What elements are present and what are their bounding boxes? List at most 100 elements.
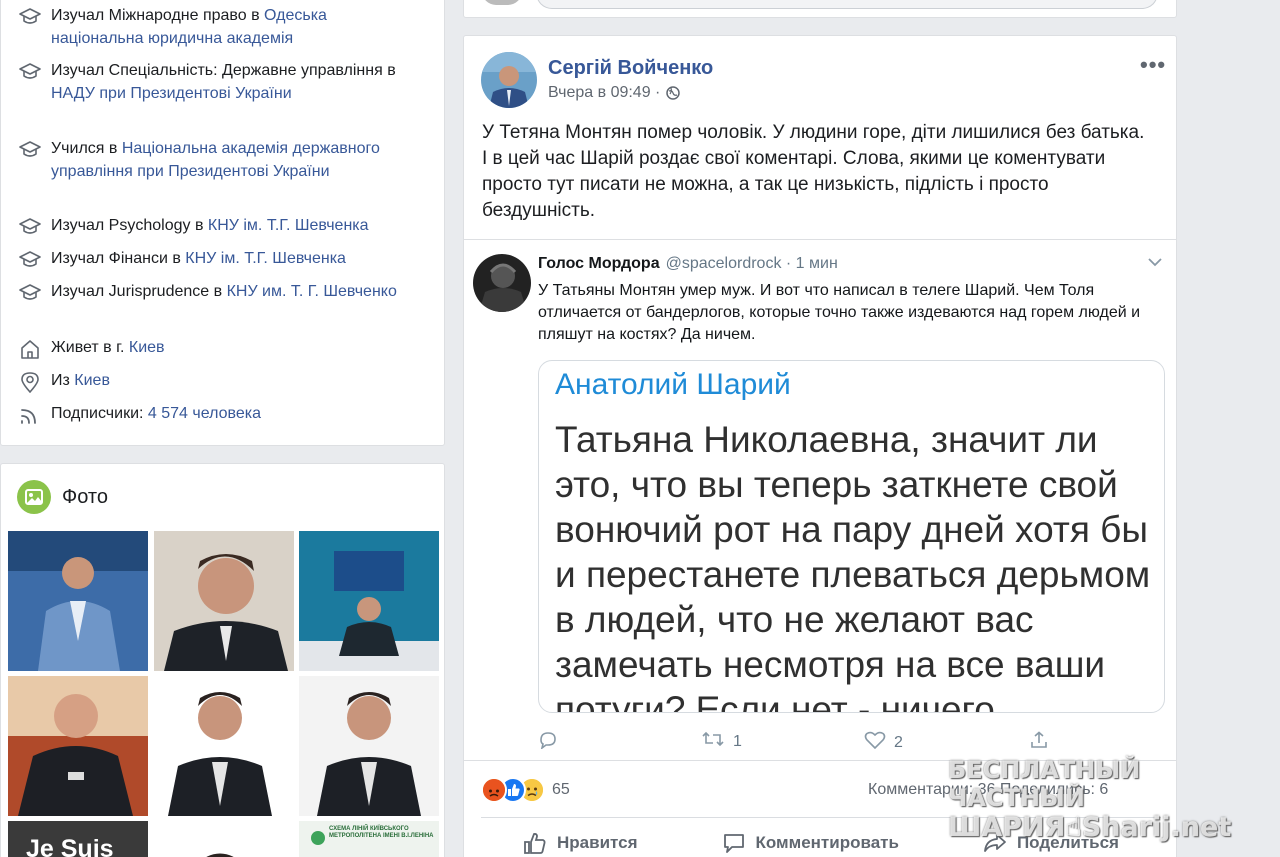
tweet-author-avatar xyxy=(473,254,531,312)
like-button[interactable]: Нравится xyxy=(523,832,638,854)
like-label: Нравится xyxy=(557,833,638,852)
photo-thumb-text: Je Suis xyxy=(26,835,114,857)
graduation-cap-icon xyxy=(19,282,41,304)
intro-item: Изучал Psychology в КНУ ім. Т.Г. Шевченк… xyxy=(19,215,419,238)
photo-thumb[interactable]: Je Suis xyxy=(8,821,148,857)
tweet-quoted-image: Анатолий Шарий Татьяна Николаевна, значи… xyxy=(538,360,1165,713)
intro-item-text: Изучал Фінанси в КНУ ім. Т.Г. Шевченка xyxy=(51,248,346,271)
photo-thumb[interactable] xyxy=(8,676,148,816)
quoted-text: Татьяна Николаевна, значит ли это, что в… xyxy=(555,419,1151,713)
photos-header[interactable]: Фото xyxy=(17,480,108,514)
comment-input[interactable] xyxy=(536,0,1158,9)
post-card: Сергій Войченко Вчера в 09:49 · ••• У Те… xyxy=(463,35,1177,857)
comment-icon xyxy=(723,834,744,853)
intro-item: Подписчики: 4 574 человека xyxy=(19,403,419,426)
watermark-line2: ШАРИЯ☝Sharij.net xyxy=(948,812,1232,843)
intro-item-text: Из Киев xyxy=(51,370,110,393)
intro-item-text: Учился в Національна академія державного… xyxy=(51,138,419,183)
previous-post-card xyxy=(463,0,1177,18)
intro-item-text: Изучал Спеціальність: Державне управлінн… xyxy=(51,60,419,105)
comment-button[interactable]: Комментировать xyxy=(722,832,899,854)
post-timestamp[interactable]: Вчера в 09:49 · xyxy=(548,84,681,102)
intro-item-link[interactable]: НАДУ при Президентові України xyxy=(51,85,292,102)
photos-title: Фото xyxy=(62,485,108,508)
tweet-retweet-button: 1 xyxy=(701,731,742,752)
reply-icon xyxy=(538,731,558,754)
photo-thumb[interactable] xyxy=(154,821,294,857)
intro-item: Изучал Міжнародне право в Одеська націон… xyxy=(19,5,419,50)
photo-thumb[interactable] xyxy=(8,531,148,671)
intro-item-text: Изучал Jurisprudence в КНУ им. Т. Г. Шев… xyxy=(51,281,397,304)
avatar xyxy=(482,0,522,5)
intro-item: Изучал Фінанси в КНУ ім. Т.Г. Шевченка xyxy=(19,248,419,271)
intro-item-link[interactable]: 4 574 человека xyxy=(148,405,261,422)
thumbs-up-icon xyxy=(524,833,546,854)
graduation-cap-icon xyxy=(19,249,41,271)
watermark: БЕСПЛАТНЫЙ ЧАСТНЫЙ ШАРИЯ☝Sharij.net xyxy=(948,756,1248,843)
intro-item: Живет в г. Киев xyxy=(19,337,419,360)
tweet-author-name: Голос Мордора xyxy=(538,255,660,272)
photo-thumb[interactable] xyxy=(154,676,294,816)
heart-icon xyxy=(864,731,886,754)
tweet-like-button: 2 xyxy=(864,731,903,754)
tweet-handle: @spacelordrock · 1 мин xyxy=(665,255,838,272)
intro-item-link[interactable]: КНУ ім. Т.Г. Шевченка xyxy=(208,217,369,234)
photo-thumb[interactable] xyxy=(154,531,294,671)
intro-item-text: Подписчики: 4 574 человека xyxy=(51,403,261,426)
intro-item: Из Киев xyxy=(19,370,419,394)
comment-label: Комментировать xyxy=(755,833,899,852)
intro-item-text: Живет в г. Киев xyxy=(51,337,165,360)
graduation-cap-icon xyxy=(19,61,41,83)
photo-icon xyxy=(17,480,51,514)
post-text: У Тетяна Монтян помер чоловік. У людини … xyxy=(482,122,1145,221)
photo-thumb[interactable] xyxy=(299,531,439,671)
graduation-cap-icon xyxy=(19,139,41,161)
intro-item: Изучал Спеціальність: Державне управлінн… xyxy=(19,60,419,105)
intro-item-prefix: Из xyxy=(51,372,75,389)
photo-thumb-caption: СХЕМА ЛІНІЙ КИЇВСЬКОГО МЕТРОПОЛІТЕНА ІМЕ… xyxy=(329,826,434,839)
intro-item-link[interactable]: КНУ ім. Т.Г. Шевченка xyxy=(185,250,346,267)
intro-item-text: Изучал Psychology в КНУ ім. Т.Г. Шевченк… xyxy=(51,215,369,238)
intro-item-prefix: Изучал Міжнародне право в xyxy=(51,7,265,24)
angry-reaction-icon xyxy=(481,777,507,803)
tweet-reply-button xyxy=(538,731,558,754)
intro-item: Изучал Jurisprudence в КНУ им. Т. Г. Шев… xyxy=(19,281,419,304)
intro-item-prefix: Изучал Jurisprudence в xyxy=(51,283,227,300)
share-icon xyxy=(1030,731,1048,754)
reactions-summary[interactable]: 65 xyxy=(481,777,570,803)
retweet-count: 1 xyxy=(733,732,742,750)
intro-item-link[interactable]: Киев xyxy=(74,372,110,389)
post-author-name[interactable]: Сергій Войченко xyxy=(548,57,713,80)
intro-item-link[interactable]: КНУ им. Т. Г. Шевченко xyxy=(227,283,397,300)
intro-item-prefix: Изучал Спеціальність: Державне управлінн… xyxy=(51,62,396,79)
photo-thumb[interactable] xyxy=(299,676,439,816)
intro-item-prefix: Изучал Psychology в xyxy=(51,217,208,234)
embedded-tweet[interactable]: Голос Мордора @spacelordrock · 1 мин У Т… xyxy=(464,239,1176,761)
home-icon xyxy=(19,338,41,360)
intro-item-prefix: Подписчики: xyxy=(51,405,148,422)
graduation-cap-icon xyxy=(19,6,41,28)
photo-thumb[interactable]: СХЕМА ЛІНІЙ КИЇВСЬКОГО МЕТРОПОЛІТЕНА ІМЕ… xyxy=(299,821,439,857)
globe-icon xyxy=(666,86,681,100)
graduation-cap-icon xyxy=(19,216,41,238)
followers-icon xyxy=(19,404,41,426)
intro-card: Изучал Міжнародне право в Одеська націон… xyxy=(0,0,445,446)
photos-card: Фото Je Suis СХЕМА ЛІНІЙ КИЇВСЬКОГО МЕТР… xyxy=(0,463,445,857)
chevron-down-icon xyxy=(1148,254,1162,272)
intro-item-prefix: Учился в xyxy=(51,140,122,157)
intro-item: Учился в Національна академія державного… xyxy=(19,138,419,183)
intro-item-link[interactable]: Киев xyxy=(129,339,165,356)
author-avatar[interactable] xyxy=(481,52,537,108)
quoted-author-name: Анатолий Шарий xyxy=(555,368,791,401)
tweet-share-button xyxy=(1030,731,1048,754)
tweet-header: Голос Мордора @spacelordrock · 1 мин xyxy=(538,255,838,273)
retweet-icon xyxy=(701,731,725,752)
like-count: 2 xyxy=(894,733,903,751)
post-time-text: Вчера в 09:49 · xyxy=(548,84,661,101)
more-options-icon[interactable]: ••• xyxy=(1140,52,1166,78)
location-pin-icon xyxy=(19,371,41,394)
intro-item-text: Изучал Міжнародне право в Одеська націон… xyxy=(51,5,419,50)
watermark-line1: БЕСПЛАТНЫЙ ЧАСТНЫЙ xyxy=(948,756,1141,812)
intro-item-prefix: Изучал Фінанси в xyxy=(51,250,186,267)
tweet-text: У Татьяны Монтян умер муж. И вот что нап… xyxy=(538,282,1141,343)
